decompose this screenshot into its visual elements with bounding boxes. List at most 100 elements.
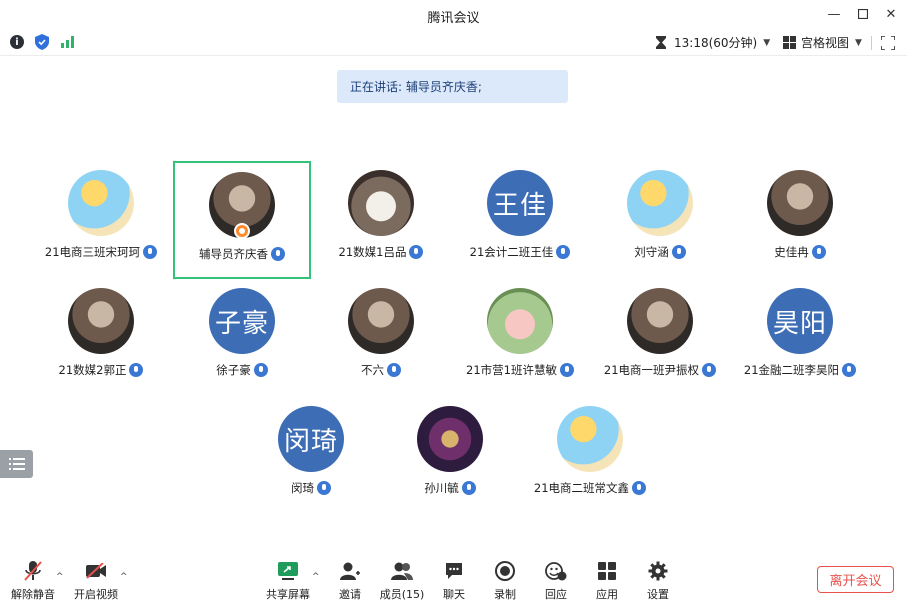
chevron-down-icon: ▼	[855, 37, 862, 48]
chat-icon	[442, 560, 466, 582]
host-icon	[234, 223, 250, 239]
participant-avatar-photo-avatar	[767, 170, 833, 236]
mic-icon	[556, 245, 571, 259]
audio-options-chevron-icon[interactable]: ^	[56, 572, 64, 582]
grid-view-icon	[783, 36, 796, 49]
participant-avatar-photo-avatar	[627, 288, 693, 354]
speaking-indicator: 正在讲话: 辅导员齐庆香;	[337, 70, 568, 103]
record-button[interactable]: 录制	[480, 560, 530, 602]
mic-icon	[842, 363, 857, 377]
maximize-icon[interactable]	[852, 4, 874, 24]
timer-text: 13:18(60分钟)	[674, 36, 758, 50]
share-screen-icon	[276, 560, 300, 582]
participant-tile[interactable]: 史佳冉	[731, 161, 869, 279]
participant-name-row: 辅导员齐庆香	[175, 246, 309, 262]
participant-avatar-pig-avatar	[487, 288, 553, 354]
participant-tile[interactable]: 辅导员齐庆香	[173, 161, 311, 279]
mic-icon	[632, 481, 647, 495]
share-options-chevron-icon[interactable]: ^	[312, 572, 320, 582]
apps-icon	[595, 560, 619, 582]
meeting-timer[interactable]: 13:18(60分钟) ▼	[656, 34, 770, 51]
fullscreen-icon[interactable]	[880, 35, 896, 51]
participant-name: 孙川毓	[424, 481, 459, 495]
participant-name-row: 21电商二班常文鑫	[521, 480, 659, 496]
minimize-icon[interactable]: —	[823, 4, 845, 24]
participant-name: 徐子豪	[216, 363, 251, 377]
participant-name: 21电商二班常文鑫	[533, 481, 630, 495]
reactions-label: 回应	[545, 588, 567, 601]
member-list-toggle[interactable]	[0, 450, 33, 478]
participant-name: 21数媒2郭正	[58, 363, 127, 377]
participant-tile[interactable]: 21电商三班宋珂珂	[32, 161, 170, 279]
reactions-button[interactable]: 回应	[531, 560, 581, 602]
reaction-icon	[544, 560, 568, 582]
participant-name: 21数媒1吕品	[338, 245, 407, 259]
video-off-icon	[84, 560, 108, 582]
start-video-button[interactable]: 开启视频	[71, 560, 121, 602]
mic-icon	[387, 363, 401, 377]
participant-tile[interactable]: 21市营1班许慧敏	[451, 279, 589, 397]
invite-button[interactable]: 邀请	[325, 560, 375, 602]
participant-name: 21市营1班许慧敏	[466, 363, 557, 377]
info-icon[interactable]: i	[10, 35, 24, 49]
participant-name: 21会计二班王佳	[469, 245, 554, 259]
participant-name-row: 21金融二班李昊阳	[731, 362, 869, 378]
leave-meeting-button[interactable]: 离开会议	[817, 566, 894, 593]
participant-name: 史佳冉	[774, 245, 809, 259]
share-screen-label: 共享屏幕	[266, 588, 310, 601]
participant-tile[interactable]: 21数媒1吕品	[312, 161, 450, 279]
participant-avatar: 王佳	[487, 170, 553, 236]
start-video-label: 开启视频	[74, 588, 118, 601]
chevron-down-icon: ▼	[763, 37, 771, 48]
participant-tile[interactable]: 王佳 21会计二班王佳	[451, 161, 589, 279]
view-mode-select[interactable]: 宫格视图 ▼	[783, 34, 862, 51]
participant-name-row: 21数媒1吕品	[312, 244, 450, 260]
close-icon[interactable]: ✕	[880, 4, 902, 24]
mic-icon	[129, 363, 144, 377]
participant-avatar-photo-avatar	[348, 288, 414, 354]
shield-icon[interactable]	[34, 34, 50, 50]
unmute-button[interactable]: 解除静音	[8, 560, 58, 602]
hourglass-icon	[656, 36, 666, 49]
apps-button[interactable]: 应用	[582, 560, 632, 602]
participant-tile[interactable]: 闵琦 闵琦	[242, 397, 380, 515]
mic-icon	[461, 481, 476, 495]
view-mode-label: 宫格视图	[801, 36, 850, 50]
participant-name: 21电商一班尹振权	[603, 363, 700, 377]
video-options-chevron-icon[interactable]: ^	[120, 572, 128, 582]
members-icon	[390, 560, 414, 582]
participant-tile[interactable]: 不六	[312, 279, 450, 397]
members-button[interactable]: 成员(15)	[377, 560, 427, 602]
participant-tile[interactable]: 21电商一班尹振权	[591, 279, 729, 397]
participant-name-row: 闵琦	[242, 480, 380, 496]
participant-tile[interactable]: 昊阳 21金融二班李昊阳	[731, 279, 869, 397]
settings-label: 设置	[647, 588, 669, 601]
participant-avatar: 子豪	[209, 288, 275, 354]
participant-tile[interactable]: 刘守涵	[591, 161, 729, 279]
mic-icon	[559, 363, 574, 377]
participant-name-row: 21市营1班许慧敏	[451, 362, 589, 378]
participant-name: 21金融二班李昊阳	[743, 363, 840, 377]
signal-icon[interactable]	[60, 34, 76, 50]
mic-icon	[317, 481, 331, 495]
chat-button[interactable]: 聊天	[429, 560, 479, 602]
participant-tile[interactable]: 子豪徐子豪	[173, 279, 311, 397]
participant-name: 辅导员齐庆香	[199, 247, 268, 261]
mic-off-icon	[21, 560, 45, 582]
mic-icon	[811, 245, 826, 259]
participant-tile[interactable]: 21数媒2郭正	[32, 279, 170, 397]
bottom-toolbar: 解除静音 ^ 开启视频 ^ 共享屏幕 ^ 邀请 成员(15) 聊天 录制 回应 …	[0, 554, 907, 604]
share-screen-button[interactable]: 共享屏幕	[263, 560, 313, 602]
participant-name: 闵琦	[291, 481, 314, 495]
participant-name-row: 史佳冉	[731, 244, 869, 260]
participant-tile[interactable]: 21电商二班常文鑫	[521, 397, 659, 515]
participant-avatar-cartoon-avatar	[68, 170, 134, 236]
settings-button[interactable]: 设置	[633, 560, 683, 602]
window-title: 腾讯会议	[427, 11, 480, 26]
record-icon	[493, 560, 517, 582]
chat-label: 聊天	[443, 588, 465, 601]
participant-name-row: 不六	[312, 362, 450, 378]
participant-tile[interactable]: 孙川毓	[381, 397, 519, 515]
participant-name-row: 21数媒2郭正	[32, 362, 170, 378]
participant-name-row: 21电商一班尹振权	[591, 362, 729, 378]
